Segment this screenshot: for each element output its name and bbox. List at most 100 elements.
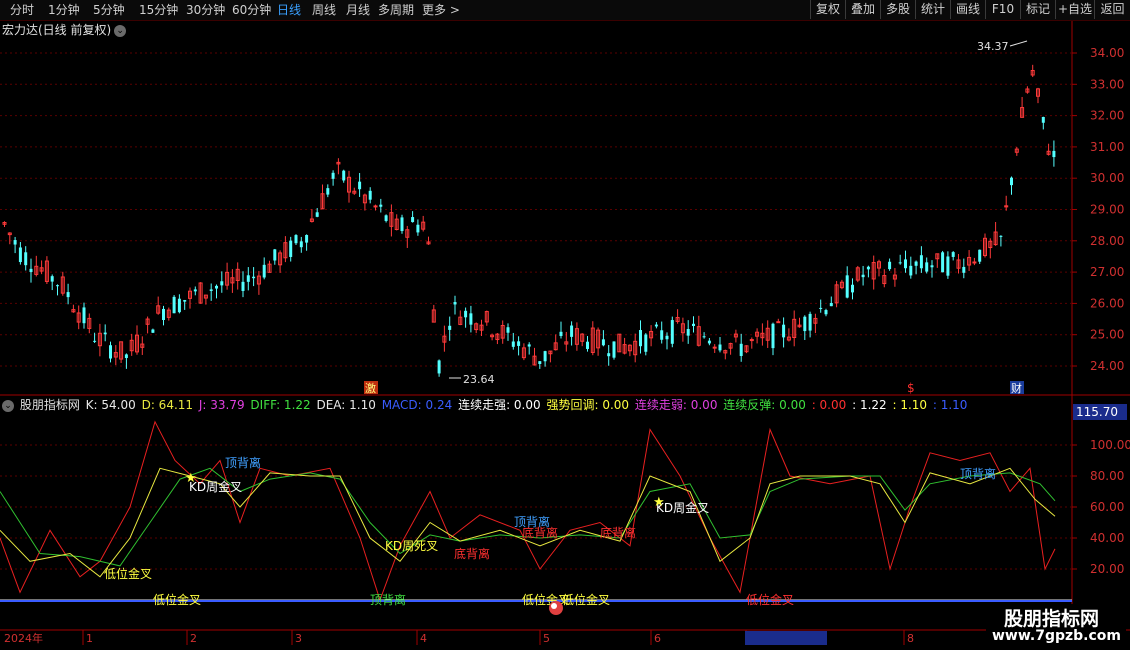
candle-body (925, 262, 929, 272)
annot-low-gold-4: 低位金叉 (562, 592, 610, 607)
indicator-value-11: : 1.22 (848, 398, 887, 412)
event-marker-ji-label: 激 (365, 381, 376, 395)
date-tick-label: 8 (907, 632, 914, 645)
candle-body (368, 190, 372, 200)
price-tick-label: 29.00 (1090, 203, 1124, 217)
candle-body (941, 252, 945, 273)
price-tick-label: 32.00 (1090, 109, 1124, 123)
candle-body (888, 261, 892, 270)
candle-body (464, 310, 468, 318)
sun-icon-highlight (551, 603, 557, 609)
price-tick-label: 28.00 (1090, 234, 1124, 248)
candle-body (808, 313, 812, 331)
candle-body (660, 330, 664, 340)
high-arrow (1009, 40, 1028, 47)
candle-body (82, 307, 86, 324)
annot-top-divergence-3: 顶背离 (960, 466, 996, 481)
candle-body (692, 323, 695, 327)
candle-body (898, 262, 902, 264)
candle-body (782, 324, 786, 338)
date-tick-label: 4 (420, 632, 427, 645)
indicator-value-9: 连续反弹: 0.00 (719, 398, 806, 412)
candle-body (861, 274, 865, 278)
price-tick-label: 31.00 (1090, 140, 1124, 154)
candle-body (13, 240, 17, 245)
indicator-tick-label: 20.00 (1090, 562, 1124, 576)
annot-top-divergence-1: 顶背离 (225, 455, 261, 470)
indicator-tick-label: 60.00 (1090, 500, 1124, 514)
candle-body (824, 310, 828, 315)
candle-body (384, 215, 388, 221)
candle-body (18, 247, 22, 263)
candle-body (909, 265, 913, 276)
candlesticks (2, 64, 1056, 377)
candle-body (24, 252, 28, 266)
candle-body (702, 336, 706, 338)
annot-low-gold-1: 低位金叉 (104, 566, 152, 581)
event-marker-dollar[interactable]: $ (907, 381, 915, 395)
candle-body (400, 217, 404, 232)
candle-body (93, 340, 97, 342)
indicator-value-6: 连续走强: 0.00 (454, 398, 541, 412)
indicator-value-4: DEA: 1.10 (312, 398, 376, 412)
candle-body (453, 302, 457, 305)
candle-body (527, 344, 531, 347)
indicator-tick-label: 80.00 (1090, 469, 1124, 483)
candle-body (707, 340, 711, 344)
candle-body (639, 330, 642, 347)
candle-body (246, 275, 250, 282)
candle-body (819, 307, 823, 309)
candle-body (644, 334, 648, 352)
chevron-down-icon[interactable]: ⌄ (2, 399, 14, 412)
low-price-label: 23.64 (463, 373, 495, 386)
indicator-name: 股朋指标网 (19, 398, 80, 412)
date-tick-label: 2 (190, 632, 197, 645)
price-tick-label: 26.00 (1090, 296, 1124, 310)
candle-body (718, 344, 722, 351)
candle-body (183, 300, 187, 302)
annot-kd-week-dead: KD周死叉 (385, 539, 438, 553)
candle-body (670, 320, 674, 344)
candle-body (712, 346, 717, 349)
candle-body (686, 328, 690, 336)
candle-body (654, 324, 658, 327)
candle-body (601, 339, 605, 346)
candle-body (543, 351, 547, 362)
candle-body (1052, 150, 1056, 158)
candle-body (914, 261, 918, 266)
candle-body (252, 276, 256, 279)
indicator-value-3: DIFF: 1.22 (246, 398, 311, 412)
chart-canvas: 34.00 33.00 32.00 31.00 30.00 29.00 28.00 27.00… (0, 21, 1130, 645)
date-tick-label: 6 (654, 632, 661, 645)
candle-body (538, 361, 542, 365)
indicator-value-8: 连续走弱: 0.00 (631, 398, 718, 412)
candle-body (162, 308, 165, 321)
indicator-value-0: K: 54.00 (85, 398, 136, 412)
price-tick-label: 33.00 (1090, 77, 1124, 91)
candle-body (50, 276, 54, 282)
annot-bottom-divergence-1: 底背离 (454, 546, 490, 561)
main-grid: 34.00 33.00 32.00 31.00 30.00 29.00 28.00 27.00… (0, 46, 1124, 373)
candle-body (294, 235, 298, 244)
candle-body (930, 265, 934, 268)
indicator-values: K: 54.00 D: 64.11 J: 33.79 DIFF: 1.22 DE… (86, 398, 970, 412)
high-price-label: 34.37 (977, 40, 1009, 53)
indicator-value-1: D: 64.11 (137, 398, 194, 412)
candle-body (273, 249, 277, 261)
indicator-value-5: MACD: 0.24 (377, 398, 453, 412)
event-marker-cai-label: 财 (1011, 381, 1022, 395)
candle-body (315, 212, 319, 217)
annot-kd-week-gold-1: KD周金叉 (189, 479, 242, 494)
candle-body (416, 224, 420, 233)
price-tick-label: 25.00 (1090, 328, 1124, 342)
candle-body (331, 172, 335, 179)
candle-body (904, 259, 907, 269)
date-tick-label: 5 (543, 632, 550, 645)
indicator-value-7: 强势回调: 0.00 (542, 398, 630, 412)
candle-body (586, 341, 589, 349)
candle-body (124, 354, 128, 359)
candle-body (607, 353, 611, 357)
candle-body (220, 281, 224, 286)
candle-body (665, 335, 669, 340)
date-tick-label: 2024年 (4, 631, 43, 645)
